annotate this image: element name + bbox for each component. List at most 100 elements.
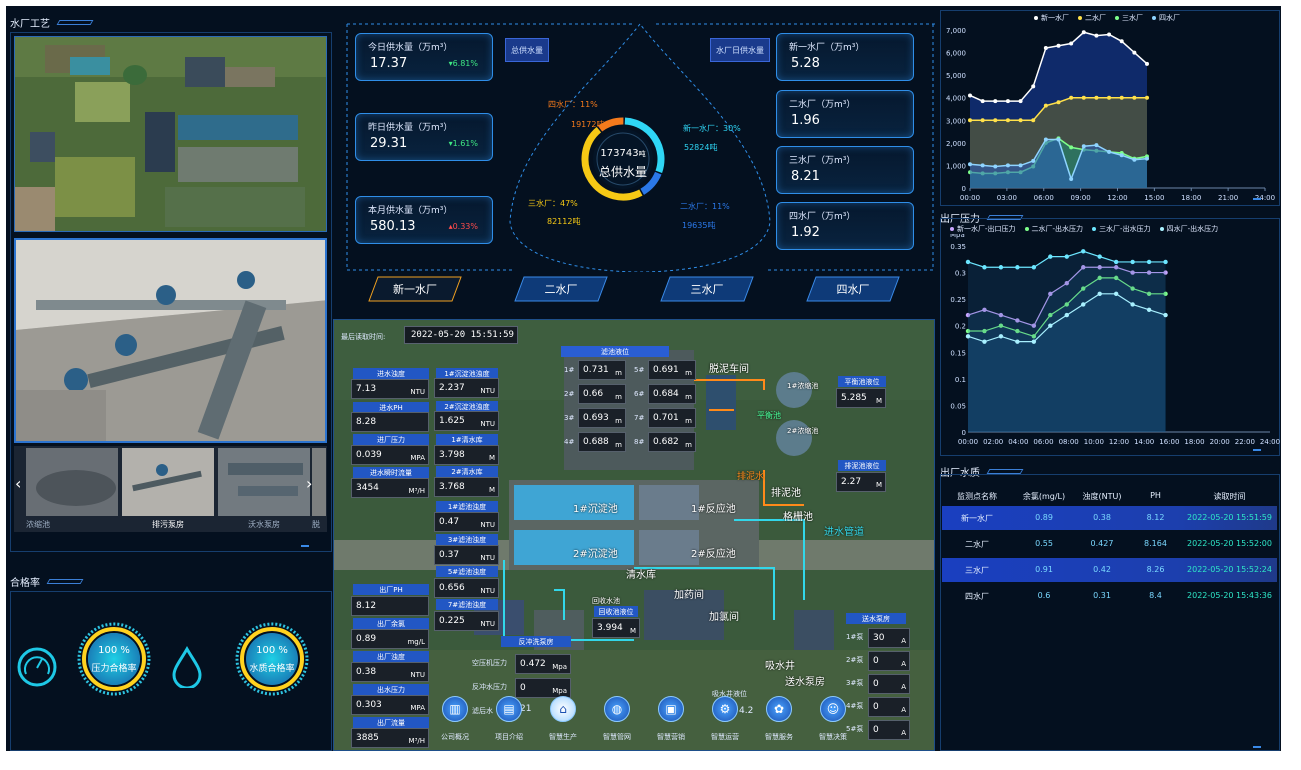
thumb-prev-icon[interactable]: ‹ — [15, 474, 21, 493]
read-time-value: 2022-05-20 15:51:59 — [404, 326, 518, 344]
inlet-flow-value: 3454 M³/H — [351, 478, 429, 498]
data-point — [1018, 163, 1023, 168]
x-tick-label: 18:00 — [1184, 438, 1204, 446]
table-row[interactable]: 二水厂 0.55 0.427 8.164 2022-05-20 15:52:00 — [942, 532, 1277, 556]
plant3-share-label: 三水厂：47% — [528, 199, 578, 208]
pump-current: 0A — [868, 651, 910, 671]
pressure-pass-value: 100 % — [98, 645, 130, 656]
thumb-label-2: 沃水泵房 — [248, 520, 280, 529]
outlet-chlorine-value: 0.89 mg/L — [351, 629, 429, 649]
today-supply-title: 今日供水量（万m³） — [368, 43, 453, 53]
nav-pipe-network-button[interactable]: ◍ 智慧管网 — [592, 696, 642, 751]
thumb-1[interactable] — [122, 448, 214, 516]
table-row[interactable]: 新一水厂 0.89 0.38 8.12 2022-05-20 15:51:59 — [942, 506, 1277, 530]
place-chlor: 加氯间 — [709, 612, 739, 623]
recover-level-label: 回收池液位 — [594, 606, 638, 617]
place-thick2: 2#浓缩池 — [787, 427, 819, 435]
gauge-icon — [16, 646, 58, 692]
thumb-label-0: 浓缩池 — [26, 520, 50, 529]
clear1-value: 3.798 M — [434, 445, 499, 465]
data-point — [1031, 158, 1036, 163]
data-point — [1069, 41, 1074, 46]
daily-supply-button[interactable]: 水厂日供水量 — [710, 38, 770, 62]
tab-plant2[interactable]: 二水厂 — [514, 276, 608, 302]
y-unit: Mpa — [950, 234, 965, 239]
x-tick-label: 06:00 — [1033, 438, 1053, 446]
pressure-chart: Mpa 0 0.05 0.1 0.15 0.2 0.25 0.3 0.35 00:00 02:00 0… — [950, 234, 1280, 446]
table-row[interactable]: 四水厂 0.6 0.31 8.4 2022-05-20 15:43:36 — [942, 584, 1277, 608]
nav-service-button[interactable]: ✿ 智慧服务 — [754, 696, 804, 751]
pressure-pass-label: 压力合格率 — [91, 664, 137, 674]
x-tick-label: 10:00 — [1084, 438, 1104, 446]
data-point — [1018, 99, 1023, 104]
data-point — [1069, 95, 1074, 100]
thumb-2[interactable] — [218, 448, 310, 516]
filter-level-value: 0.693 m — [578, 408, 626, 428]
place-sed2: 2#沉淀池 — [573, 549, 618, 560]
filter-level-num: 3# — [564, 414, 575, 422]
filter-level-value: 0.731 m — [578, 360, 626, 380]
legend-item[interactable]: 二水厂-出水压力 — [1024, 224, 1083, 234]
data-point — [1056, 100, 1061, 105]
total-supply-button[interactable]: 总供水量 — [505, 38, 549, 62]
sludge-level-value: 2.27 M — [836, 472, 886, 492]
nav-marketing-button[interactable]: ▣ 智慧营销 — [646, 696, 696, 751]
nav-company-button[interactable]: ▥ 公司概况 — [430, 696, 480, 751]
filter-level-num: 4# — [564, 438, 575, 446]
thumb-next-icon[interactable]: › — [306, 474, 312, 493]
nav-project-button[interactable]: ▤ 项目介绍 — [484, 696, 534, 751]
data-point — [965, 259, 971, 265]
legend-item[interactable]: 三水厂-出水压力 — [1092, 224, 1151, 234]
data-point — [1005, 118, 1010, 123]
data-point — [1043, 103, 1048, 108]
filter7-turb-label: 7#滤池浊度 — [436, 599, 498, 610]
legend-item[interactable]: 新一水厂-出口压力 — [950, 224, 1016, 234]
supply-trend-chart: 0 1,000 2,000 3,000 4,000 5,000 6,000 7,000 00:0… — [946, 27, 1275, 202]
data-point — [1081, 249, 1086, 254]
nav-production-button[interactable]: ⌂ 智慧生产 — [538, 696, 588, 751]
y-tick-label: 0.1 — [955, 376, 966, 384]
plant3-supply-title: 三水厂（万m³） — [789, 156, 856, 166]
tab-plant4[interactable]: 四水厂 — [806, 276, 900, 302]
nav-label: 项目介绍 — [495, 733, 523, 741]
data-point — [1043, 46, 1048, 51]
plant2-supply-value: 1.96 — [791, 113, 820, 128]
data-point — [1130, 302, 1135, 307]
data-point — [1119, 95, 1124, 100]
data-point — [1069, 145, 1074, 150]
place-suction: 吸水井 — [765, 661, 795, 672]
pump-house-title: 送水泵房 — [846, 613, 906, 624]
x-tick-label: 16:00 — [1159, 438, 1179, 446]
nav-label: 智慧管网 — [603, 733, 631, 741]
yesterday-supply-value: 29.31 — [370, 136, 408, 151]
x-tick-label: 00:00 — [958, 438, 978, 446]
tab-plant3[interactable]: 三水厂 — [660, 276, 754, 302]
legend-item[interactable]: 四水厂-出水压力 — [1159, 224, 1218, 234]
table-row[interactable]: 三水厂 0.91 0.42 8.26 2022-05-20 15:52:24 — [942, 558, 1277, 582]
thumb-0[interactable] — [26, 448, 118, 516]
nav-decision-button[interactable]: ☺ 智慧决策 — [808, 696, 858, 751]
nav-operation-button[interactable]: ⚙ 智慧运营 — [700, 696, 750, 751]
filter-level-num: 7# — [634, 414, 645, 422]
data-point — [1145, 61, 1149, 66]
outlet-flow-value: 3885 M³/H — [351, 728, 429, 748]
plant4-supply-title: 四水厂（万m³） — [789, 212, 856, 222]
balance-level-value: 5.285 M — [836, 388, 886, 408]
filter-level-grid: 1# 0.731 m 5# 0.691 m 2# 0.66 m 6# 0.684 m 3# 0.693 m 7… — [561, 358, 701, 460]
clear2-label: 2#清水库 — [436, 466, 498, 477]
place-dosing: 加药间 — [674, 590, 704, 601]
data-point — [1056, 43, 1061, 48]
plant1-supply-value: 5.28 — [791, 56, 820, 71]
quality-pass-value: 100 % — [256, 645, 288, 656]
tab-plant1[interactable]: 新一水厂 — [368, 276, 462, 302]
thumb-3[interactable] — [312, 448, 326, 516]
frame-corner — [301, 545, 309, 547]
marketing-icon: ▣ — [658, 696, 684, 722]
data-point — [1056, 137, 1061, 142]
data-point — [993, 118, 998, 123]
backwash-water-value: 0 Mpa — [515, 678, 571, 698]
data-point — [1031, 84, 1036, 89]
x-tick-label: 02:00 — [983, 438, 1003, 446]
filter-level-value: 0.684 m — [648, 384, 696, 404]
plant1-share-label: 新一水厂：30% — [683, 124, 741, 133]
